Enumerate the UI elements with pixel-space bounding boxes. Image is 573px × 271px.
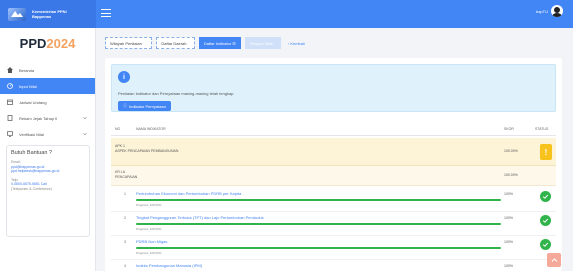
info-circle-icon: ⓘ <box>123 103 127 108</box>
check-icon <box>540 239 551 250</box>
arrow-up-icon <box>551 257 557 262</box>
col-score: SKOR <box>504 127 514 131</box>
tab-wilayah-penilaian[interactable]: Wilayah Penilaian <box>105 37 153 49</box>
indikator-pernyataan-button[interactable]: ⓘ Indikator Pernyataan <box>118 101 171 111</box>
calendar-icon <box>6 99 13 106</box>
sidebar-item-label: Beranda <box>19 67 35 73</box>
brand[interactable]: Kementerian PPN/ Bappenas <box>0 0 96 28</box>
avatar[interactable] <box>551 5 563 17</box>
row-number: 4 <box>124 264 126 268</box>
criterion-score: 100.00% <box>504 173 518 177</box>
step-tabs: Wilayah Penilaian Daftar Daerah Daftar I… <box>105 37 305 49</box>
app-title: PPD2024 <box>19 36 76 51</box>
sidebar-item-label: Rekam Jejak Tahap II <box>19 115 58 121</box>
check-icon <box>540 215 551 226</box>
home-icon <box>6 67 13 74</box>
progress-bar <box>136 199 501 201</box>
table-row[interactable]: 3 PDRB Non Migas Progress: 100.00% 100% <box>111 236 556 260</box>
col-no: NO <box>115 127 121 131</box>
info-icon: i <box>118 71 130 83</box>
document-icon <box>6 115 13 122</box>
sidebar-item-beranda[interactable]: Beranda <box>0 62 95 78</box>
tab-daftar-daerah[interactable]: Daftar Daerah <box>156 37 195 49</box>
indicator-link[interactable]: Pertumbuhan Ekonomi dan Pertumbuhan PDRB… <box>136 191 241 196</box>
criterion-row[interactable]: KR.I.A PENCAPAIAN 100.00% <box>111 166 556 186</box>
col-name: NAMA INDIKATOR <box>136 127 166 131</box>
gauge-icon <box>6 83 13 90</box>
warning-icon: ! <box>540 144 552 160</box>
main-content: Wilayah Penilaian Daftar Daerah Daftar I… <box>96 28 573 271</box>
chevron-down-icon[interactable] <box>83 132 87 136</box>
table-row[interactable]: 4 Indeks Pembangunan Manusia (IPM) 100% <box>111 260 556 271</box>
help-title: Butuh Bantuan ? <box>11 150 52 156</box>
indicator-card: i Penilaian Indikator dan Pernyataan mas… <box>105 58 562 271</box>
aspect-row[interactable]: APK 1 ASPEK PENCAPAIAN PEMBANGUNAN 100.0… <box>111 138 556 166</box>
row-number: 2 <box>124 216 126 220</box>
help-phone-note: (Teleponen & Conference) <box>11 186 52 191</box>
user-menu[interactable]: bapTU <box>536 5 563 17</box>
monitor-icon <box>6 131 13 138</box>
col-status: STATUS <box>535 127 549 131</box>
sidebar-item-input-nilai[interactable]: Input Nilai <box>0 78 95 94</box>
criterion-code: KR.I.A <box>115 170 126 174</box>
sidebar-item-label: Jadwal Undang <box>19 99 47 105</box>
brand-line-2: Bappenas <box>32 14 52 19</box>
progress-label: Progress: 100.00% <box>136 251 162 255</box>
chevron-down-icon[interactable] <box>83 116 87 120</box>
sidebar-item-jadwal-undang[interactable]: Jadwal Undang <box>0 94 95 110</box>
aspect-code: APK 1 <box>115 144 125 148</box>
info-text: Penilaian Indikator dan Pernyataan masin… <box>118 91 235 96</box>
row-score: 100% <box>504 264 513 268</box>
back-link[interactable]: ‹ Kembali <box>285 41 305 46</box>
tab-daftar-indikator[interactable]: Daftar Indikator ☰ <box>198 37 241 49</box>
sidebar-item-label: Input Nilai <box>19 83 37 89</box>
progress-bar <box>136 223 501 225</box>
row-score: 100% <box>504 192 513 196</box>
row-number: 3 <box>124 240 126 244</box>
aspect-score: 100.00% <box>504 149 518 153</box>
progress-label: Progress: 100.00% <box>136 203 162 207</box>
aspect-name: ASPEK PENCAPAIAN PEMBANGUNAN <box>115 149 179 153</box>
indicator-link[interactable]: PDRB Non Migas <box>136 239 167 244</box>
help-card: Butuh Bantuan ? Email: ppd@bappenas.go.i… <box>6 145 90 237</box>
table-row[interactable]: 1 Pertumbuhan Ekonomi dan Pertumbuhan PD… <box>111 188 556 212</box>
sidebar-item-verifikasi-nilai[interactable]: Verifikasi Nilai <box>0 126 95 142</box>
bappenas-logo-icon <box>8 7 26 21</box>
sidebar: PPD2024 Beranda Input Nilai Jadwal Undan… <box>0 28 96 271</box>
indicator-link[interactable]: Tingkat Pengangguran Terbuka (TPT) dan L… <box>136 215 264 220</box>
info-alert: i Penilaian Indikator dan Pernyataan mas… <box>111 64 556 112</box>
tab-respon-nilai: Respon Nilai <box>244 37 281 49</box>
progress-bar <box>136 247 501 249</box>
top-header: Kementerian PPN/ Bappenas bapTU <box>0 0 573 28</box>
sidebar-item-rekam-jejak[interactable]: Rekam Jejak Tahap II <box>0 110 95 126</box>
progress-label: Progress: 100.00% <box>136 227 162 231</box>
check-icon <box>540 191 551 202</box>
table-header: NO NAMA INDIKATOR SKOR STATUS <box>111 122 556 136</box>
indicator-link[interactable]: Indeks Pembangunan Manusia (IPM) <box>136 263 202 268</box>
row-score: 100% <box>504 216 513 220</box>
row-number: 1 <box>124 192 126 196</box>
scroll-top-button[interactable] <box>547 253 561 267</box>
user-name: bapTU <box>535 8 548 14</box>
row-score: 100% <box>504 240 513 244</box>
table-row[interactable]: 2 Tingkat Pengangguran Terbuka (TPT) dan… <box>111 212 556 236</box>
sidebar-item-label: Verifikasi Nilai <box>19 131 44 137</box>
menu-toggle-icon[interactable] <box>101 8 111 18</box>
criterion-name: PENCAPAIAN <box>115 175 138 179</box>
